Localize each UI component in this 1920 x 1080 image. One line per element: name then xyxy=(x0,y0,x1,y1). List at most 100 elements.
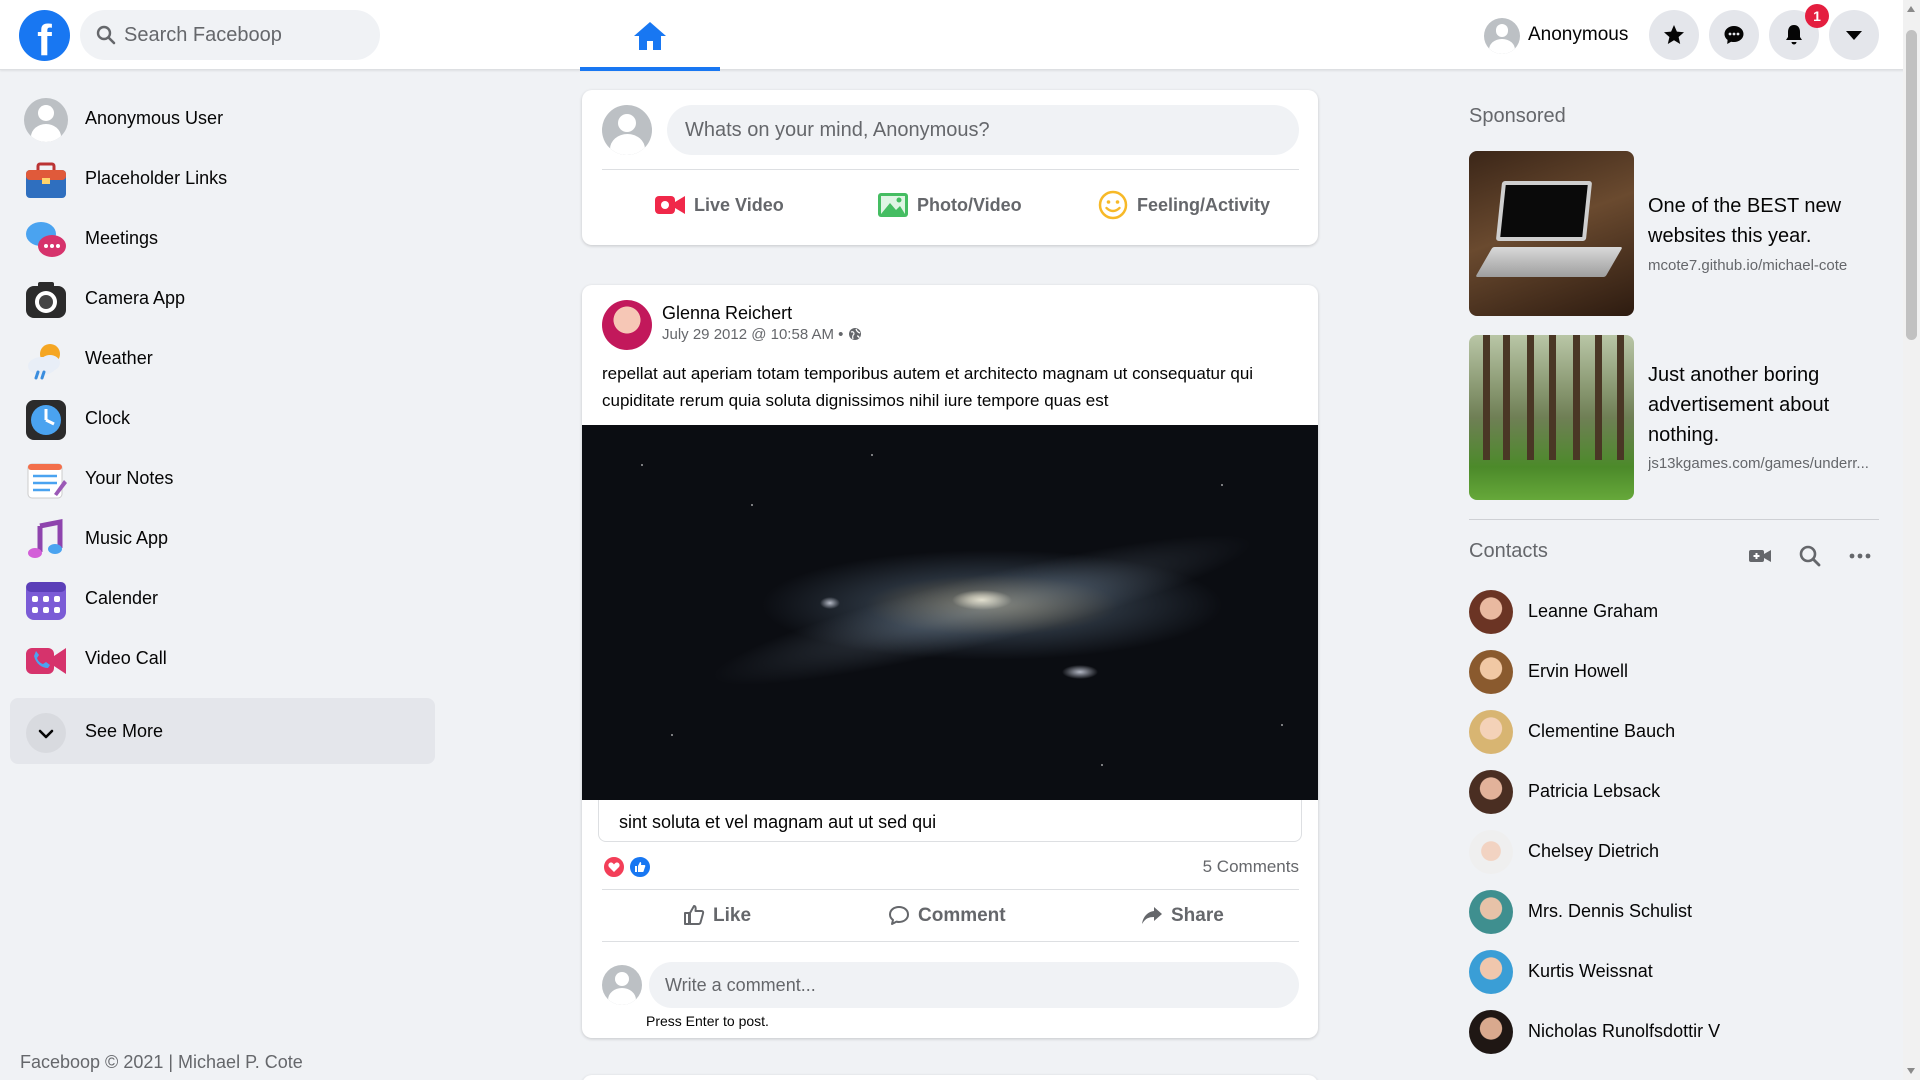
page-scrollbar[interactable] xyxy=(1903,0,1920,1080)
notes-icon xyxy=(27,463,67,499)
sidebar-item-weather[interactable]: Weather xyxy=(10,330,435,390)
contact-name: Clementine Bauch xyxy=(1528,721,1676,741)
messenger-icon xyxy=(1724,26,1744,44)
reaction-summary[interactable] xyxy=(602,855,652,879)
calendar-icon xyxy=(26,582,66,620)
contact-name: Leanne Graham xyxy=(1528,601,1659,621)
sidebar-item-label: Anonymous User xyxy=(85,108,224,128)
smiley-icon xyxy=(1098,190,1128,220)
messenger-button[interactable] xyxy=(1709,10,1759,60)
sidebar-item-camera-app[interactable]: Camera App xyxy=(10,270,435,330)
photo-icon xyxy=(878,193,908,217)
scroll-down-arrow[interactable] xyxy=(1907,1068,1915,1074)
photo-video-label: Photo/Video xyxy=(917,195,1022,215)
photo-caption: sint soluta et vel magnam aut ut sed qui xyxy=(619,812,937,832)
sidebar-item-your-notes[interactable]: Your Notes xyxy=(10,450,435,510)
ad-thumbnail-forest xyxy=(1469,335,1634,500)
like-label: Like xyxy=(713,905,752,926)
home-icon xyxy=(634,22,666,50)
footer-text: Faceboop © 2021 | Michael P. Cote xyxy=(20,1052,303,1072)
contact-item[interactable]: Leanne Graham xyxy=(1469,587,1879,637)
sidebar-item-label: Placeholder Links xyxy=(85,168,228,188)
weather-icon xyxy=(28,344,60,380)
bell-icon xyxy=(1786,25,1802,45)
logo-letter: f xyxy=(37,16,52,65)
profile-name: Anonymous xyxy=(1528,24,1629,45)
scroll-up-arrow[interactable] xyxy=(1907,6,1915,12)
video-camera-icon[interactable] xyxy=(1747,543,1773,569)
live-video-icon xyxy=(655,196,685,214)
sidebar-item-anonymous-user[interactable]: Anonymous User xyxy=(10,90,435,150)
post-timestamp[interactable]: July 29 2012 @ 10:58 AM • xyxy=(662,326,843,343)
search-icon xyxy=(96,25,116,45)
contact-item[interactable]: Clementine Bauch xyxy=(1469,707,1879,757)
share-arrow-icon xyxy=(1142,907,1162,924)
sidebar-item-label: Your Notes xyxy=(85,468,174,488)
contact-avatar xyxy=(1469,770,1513,814)
contact-item[interactable]: Nicholas Runolfsdottir V xyxy=(1469,1007,1879,1057)
contact-avatar xyxy=(1469,650,1513,694)
see-more-icon-wrap xyxy=(26,713,66,753)
sponsored-ad-2[interactable]: Just another boring advertisement about … xyxy=(1469,335,1879,500)
contact-avatar xyxy=(1469,710,1513,754)
active-tab-indicator xyxy=(580,67,720,71)
status-input[interactable] xyxy=(667,105,1299,155)
post-composer: Live Video Photo/Video Feeling/Activity xyxy=(582,90,1318,245)
contact-item[interactable]: Patricia Lebsack xyxy=(1469,767,1879,817)
contact-item[interactable]: Kurtis Weissnat xyxy=(1469,947,1879,997)
comment-label: Comment xyxy=(918,905,1006,926)
sidebar-item-video-call[interactable]: Video Call xyxy=(10,630,435,690)
favorites-button[interactable] xyxy=(1649,10,1699,60)
contact-item[interactable]: Mrs. Dennis Schulist xyxy=(1469,887,1879,937)
comments-count-link[interactable]: 5 Comments xyxy=(1203,857,1299,877)
sidebar-item-clock[interactable]: Clock xyxy=(10,390,435,450)
author-avatar[interactable] xyxy=(602,300,652,350)
search-box[interactable] xyxy=(80,10,380,60)
search-icon[interactable] xyxy=(1797,543,1823,569)
next-post-card xyxy=(582,1075,1318,1080)
see-more-label: See More xyxy=(85,721,164,741)
comment-input[interactable] xyxy=(649,962,1299,1008)
contact-item[interactable]: Ervin Howell xyxy=(1469,647,1879,697)
sponsored-ad-1[interactable]: One of the BEST new websites this year. … xyxy=(1469,151,1879,316)
avatar xyxy=(602,105,652,155)
contact-item[interactable]: Chelsey Dietrich xyxy=(1469,827,1879,877)
contacts-header: Contacts xyxy=(1469,540,1879,570)
ad-link: js13kgames.com/games/underr... xyxy=(1648,455,1869,472)
globe-icon xyxy=(849,328,861,340)
ad-headline: One of the BEST new websites this year. xyxy=(1648,195,1842,247)
thumbs-up-icon xyxy=(684,905,705,925)
post-photo-galaxy[interactable] xyxy=(582,425,1318,800)
user-avatar-icon xyxy=(24,98,68,142)
feeling-activity-label: Feeling/Activity xyxy=(1137,195,1271,215)
contact-name: Kurtis Weissnat xyxy=(1528,961,1653,981)
tab-home[interactable] xyxy=(580,0,720,71)
clock-icon xyxy=(26,400,66,440)
caret-down-icon xyxy=(1846,31,1862,40)
ad-thumbnail-laptop xyxy=(1469,151,1634,316)
sidebar-item-meetings[interactable]: Meetings xyxy=(10,210,435,270)
search-input[interactable] xyxy=(124,10,364,60)
ad-headline: Just another boring advertisement about … xyxy=(1648,364,1830,446)
account-menu-button[interactable] xyxy=(1829,10,1879,60)
scrollbar-thumb[interactable] xyxy=(1906,30,1917,340)
post-author-name[interactable]: Glenna Reichert xyxy=(662,303,792,324)
sidebar-item-label: Calender xyxy=(85,588,159,608)
like-reaction-icon xyxy=(628,855,652,879)
sidebar-item-label: Camera App xyxy=(85,288,186,308)
faceboop-logo[interactable]: f xyxy=(19,10,70,65)
chat-bubbles-icon xyxy=(26,222,66,257)
galaxy-arm xyxy=(701,508,1263,712)
briefcase-icon xyxy=(26,162,66,198)
live-video-label: Live Video xyxy=(694,195,784,215)
sidebar-item-calender[interactable]: Calender xyxy=(10,570,435,630)
contacts-title: Contacts xyxy=(1469,540,1548,562)
ad-link: mcote7.github.io/michael-cote xyxy=(1648,257,1848,274)
more-options-icon[interactable] xyxy=(1847,543,1873,569)
top-bar: f Anonymous 1 xyxy=(0,0,1920,71)
see-more-button[interactable]: See More xyxy=(10,698,435,764)
sidebar-item-placeholder-links[interactable]: Placeholder Links xyxy=(10,150,435,210)
sidebar-item-music-app[interactable]: Music App xyxy=(10,510,435,570)
divider xyxy=(602,889,1299,890)
share-label: Share xyxy=(1171,905,1224,926)
